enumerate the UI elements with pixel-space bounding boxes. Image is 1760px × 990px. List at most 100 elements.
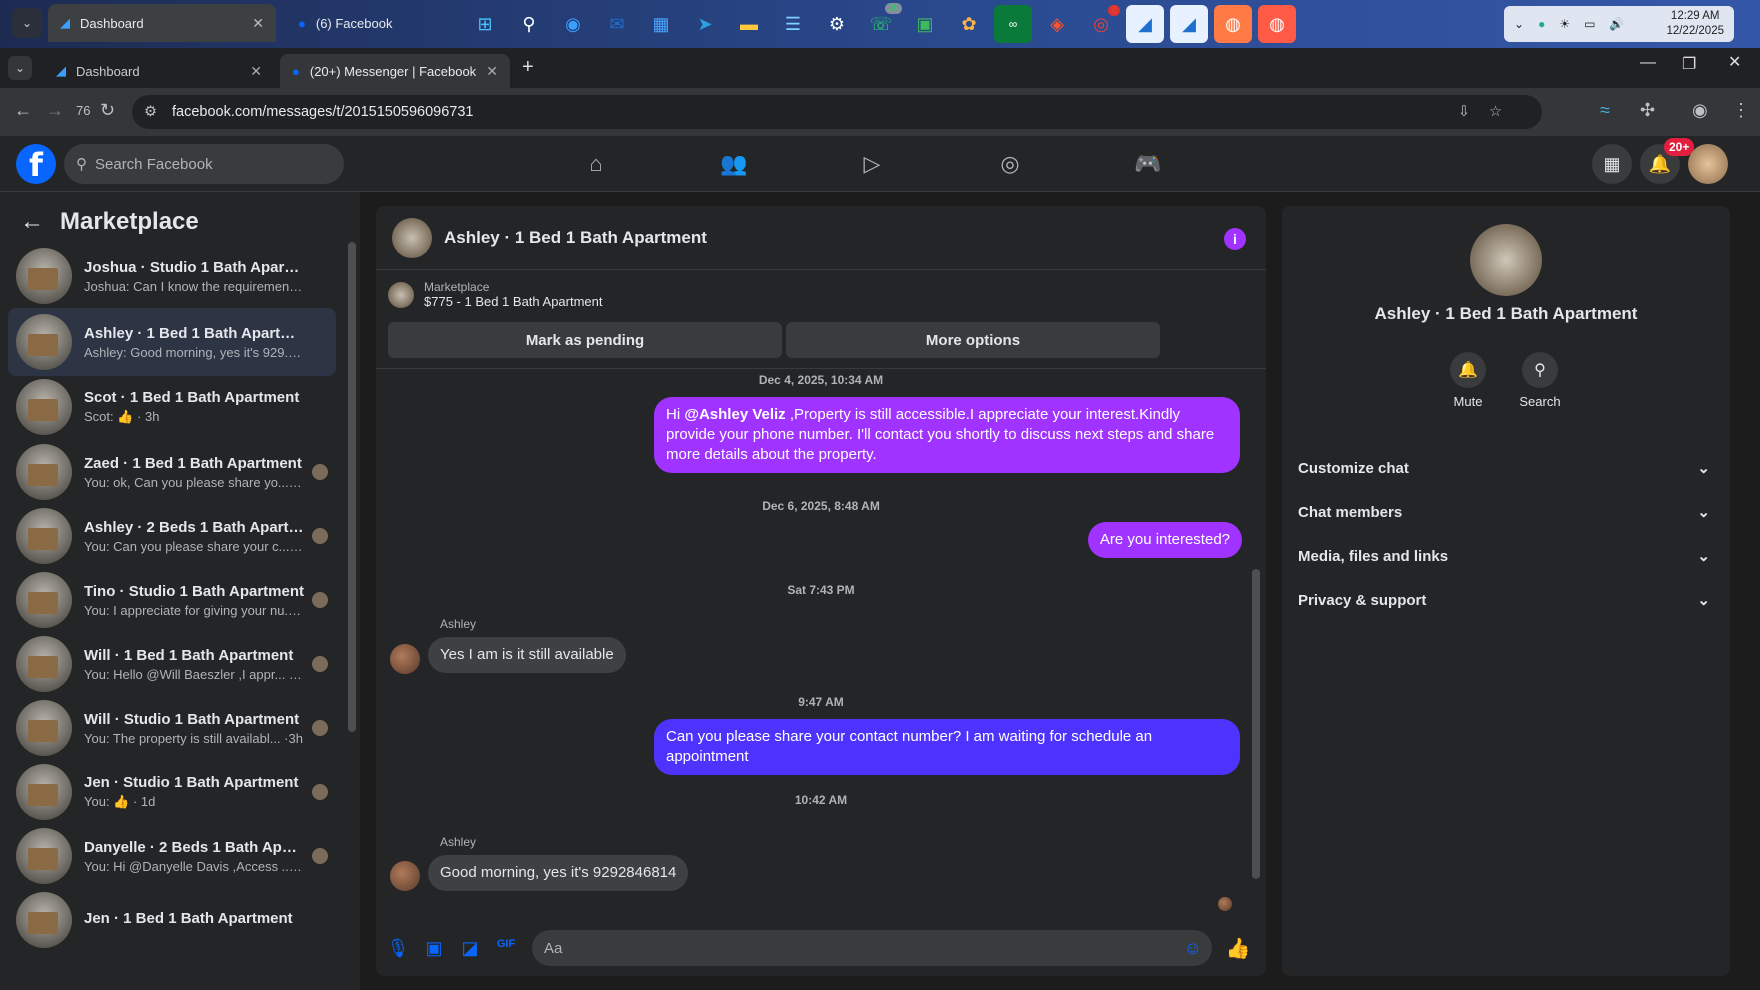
store-icon[interactable]: ▦	[642, 5, 680, 43]
conversation-item[interactable]: Scot · 1 Bed 1 Bath Apartment Scot: 👍 · 3…	[8, 373, 336, 441]
message-outgoing[interactable]: Can you please share your contact number…	[654, 719, 1240, 775]
info-icon[interactable]: i	[1224, 228, 1246, 250]
brightness-icon[interactable]: ☀	[1559, 17, 1570, 31]
conversation-item[interactable]: Will · 1 Bed 1 Bath Apartment You: Hello …	[8, 630, 336, 698]
sticker-icon[interactable]: ◪	[452, 938, 488, 959]
home-icon[interactable]: ⌂	[572, 148, 620, 180]
chat-title[interactable]: Ashley · 1 Bed 1 Bath Apartment	[444, 228, 707, 248]
whatsapp-icon[interactable]: ☏ 26	[862, 3, 902, 43]
paint-icon[interactable]: ✿	[950, 5, 988, 43]
customize-chat-section[interactable]: Customize chat ⌄	[1298, 448, 1714, 488]
notepad-icon[interactable]: ☰	[774, 5, 812, 43]
mark-as-pending-button[interactable]: Mark as pending	[388, 322, 782, 358]
conversation-item[interactable]: Zaed · 1 Bed 1 Bath Apartment You: ok, Ca…	[8, 438, 336, 506]
volume-icon[interactable]: 🔊	[1609, 17, 1624, 31]
close-tab-icon[interactable]: ✕	[486, 63, 498, 80]
menu-grid-icon[interactable]: ▦	[1592, 144, 1632, 184]
microphone-icon[interactable]: 🎙	[380, 938, 416, 959]
app-orange-icon[interactable]: ◍	[1258, 5, 1296, 43]
zoom-indicator[interactable]: 76	[76, 103, 90, 118]
media-files-links-section[interactable]: Media, files and links ⌄	[1298, 536, 1714, 576]
extension-icon[interactable]: ≈	[1600, 100, 1610, 121]
vpn-icon[interactable]: ▣	[906, 5, 944, 43]
search-button[interactable]: ⚲ Search	[1500, 352, 1580, 409]
menu-dots-icon[interactable]: ⋮	[1732, 100, 1750, 121]
close-tab-icon[interactable]: ✕	[250, 63, 262, 80]
os-tab-facebook[interactable]: ● (6) Facebook	[286, 4, 456, 42]
close-window-icon[interactable]: ✕	[1728, 52, 1741, 72]
emoji-icon[interactable]: ☺	[1184, 938, 1202, 959]
facebook-logo-icon[interactable]: f	[16, 144, 56, 184]
browser-tab-messenger[interactable]: ● (20+) Messenger | Facebook ✕	[280, 54, 510, 88]
chrome-icon[interactable]: ◎ 8	[1082, 5, 1120, 43]
edge-profile-icon[interactable]: ◢	[1126, 5, 1164, 43]
message-incoming[interactable]: Good morning, yes it's 9292846814	[428, 855, 689, 891]
telegram-icon[interactable]: ➤	[686, 5, 724, 43]
listing-summary[interactable]: Marketplace $775 - 1 Bed 1 Bath Apartmen…	[388, 280, 603, 309]
mention[interactable]: @Ashley Veliz	[684, 406, 785, 423]
clock[interactable]: 12:29 AM 12/22/2025	[1666, 9, 1724, 39]
conversation-item[interactable]: Will · Studio 1 Bath Apartment You: The p…	[8, 694, 336, 762]
profile-icon[interactable]: ◉	[1692, 100, 1708, 121]
folder-icon[interactable]: ▬	[730, 5, 768, 43]
privacy-support-section[interactable]: Privacy & support ⌄	[1298, 580, 1714, 620]
conversation-item[interactable]: Danyelle · 2 Beds 1 Bath Apart... You: Hi…	[8, 822, 336, 890]
display-icon[interactable]: ▭	[1584, 17, 1595, 31]
search-icon[interactable]: ⚲	[510, 5, 548, 43]
video-icon[interactable]: ▷	[848, 148, 896, 180]
app-orange-icon[interactable]: ◍	[1214, 5, 1252, 43]
minimize-icon[interactable]: —	[1640, 54, 1656, 72]
gif-icon[interactable]: GIF	[488, 938, 524, 950]
reload-icon[interactable]: ↻	[100, 100, 115, 121]
sender-avatar[interactable]	[390, 861, 420, 891]
conversation-item[interactable]: Joshua · Studio 1 Bath Apartment Joshua: …	[8, 242, 336, 310]
os-tab-dashboard[interactable]: ◢ Dashboard ✕	[48, 4, 276, 42]
scrollbar[interactable]	[348, 242, 356, 732]
back-arrow-icon[interactable]: ←	[14, 100, 32, 121]
search-input[interactable]: ⚲ Search Facebook	[64, 144, 344, 184]
network-icon[interactable]: ●	[1538, 17, 1545, 31]
bookmark-star-icon[interactable]: ☆	[1489, 104, 1502, 120]
message-input[interactable]: Aa ☺	[532, 930, 1212, 966]
new-tab-button[interactable]: +	[522, 56, 534, 79]
message-outgoing[interactable]: Hi @Ashley Veliz ,Property is still acce…	[654, 397, 1240, 473]
groups-icon[interactable]: ◎	[986, 148, 1034, 180]
brave-icon[interactable]: ◈	[1038, 5, 1076, 43]
mute-button[interactable]: 🔔 Mute	[1428, 352, 1508, 409]
avatar[interactable]	[1688, 144, 1728, 184]
message-incoming[interactable]: Yes I am is it still available	[428, 637, 626, 673]
sender-avatar[interactable]	[390, 644, 420, 674]
tab-search-button[interactable]: ⌄	[8, 56, 32, 80]
conversation-item[interactable]: Tino · Studio 1 Bath Apartment You: I app…	[8, 566, 336, 634]
browser-tab-dashboard[interactable]: ◢ Dashboard ✕	[44, 54, 274, 88]
url-field[interactable]: ⚙ facebook.com/messages/t/20151505960967…	[132, 95, 1542, 129]
outlook-icon[interactable]: ✉	[598, 5, 636, 43]
chat-members-section[interactable]: Chat members ⌄	[1298, 492, 1714, 532]
listing-thumbnail[interactable]	[392, 217, 432, 258]
photo-icon[interactable]: ▣	[416, 938, 452, 959]
restore-icon[interactable]: ❐	[1682, 54, 1696, 74]
more-options-button[interactable]: More options	[786, 322, 1160, 358]
forward-arrow-icon[interactable]: →	[46, 100, 64, 121]
back-arrow-icon[interactable]: ←	[20, 208, 44, 236]
conversation-item[interactable]: Ashley · 2 Beds 1 Bath Apartm... You: Can…	[8, 502, 336, 570]
message-outgoing[interactable]: Are you interested?	[1087, 522, 1242, 558]
chevron-up-icon[interactable]: ⌄	[1514, 17, 1524, 31]
edge-app-icon[interactable]: ◉	[554, 5, 592, 43]
thumbs-up-icon[interactable]: 👍	[1220, 936, 1256, 961]
gaming-icon[interactable]: 🎮	[1124, 148, 1172, 180]
edge-profile-icon[interactable]: ◢	[1170, 5, 1208, 43]
close-icon[interactable]: ✕	[252, 15, 264, 32]
app-icon[interactable]: ⚙	[818, 5, 856, 43]
conversation-item[interactable]: Jen · Studio 1 Bath Apartment You: 👍 · 1d	[8, 758, 336, 826]
install-icon[interactable]: ⇩	[1458, 104, 1470, 120]
app-green-icon[interactable]: ∞	[994, 5, 1032, 43]
conversation-item[interactable]: Jen · 1 Bed 1 Bath Apartment	[8, 886, 336, 954]
extensions-puzzle-icon[interactable]: ✣	[1640, 100, 1655, 121]
windows-start-icon[interactable]: ⊞	[466, 5, 504, 43]
listing-avatar[interactable]	[1470, 224, 1542, 296]
conversation-item[interactable]: Ashley · 1 Bed 1 Bath Apartment Ashley: G…	[8, 308, 336, 376]
site-info-icon[interactable]: ⚙	[144, 104, 157, 120]
friends-icon[interactable]: 👥	[710, 148, 758, 180]
tab-list-button[interactable]: ⌄	[12, 8, 42, 38]
